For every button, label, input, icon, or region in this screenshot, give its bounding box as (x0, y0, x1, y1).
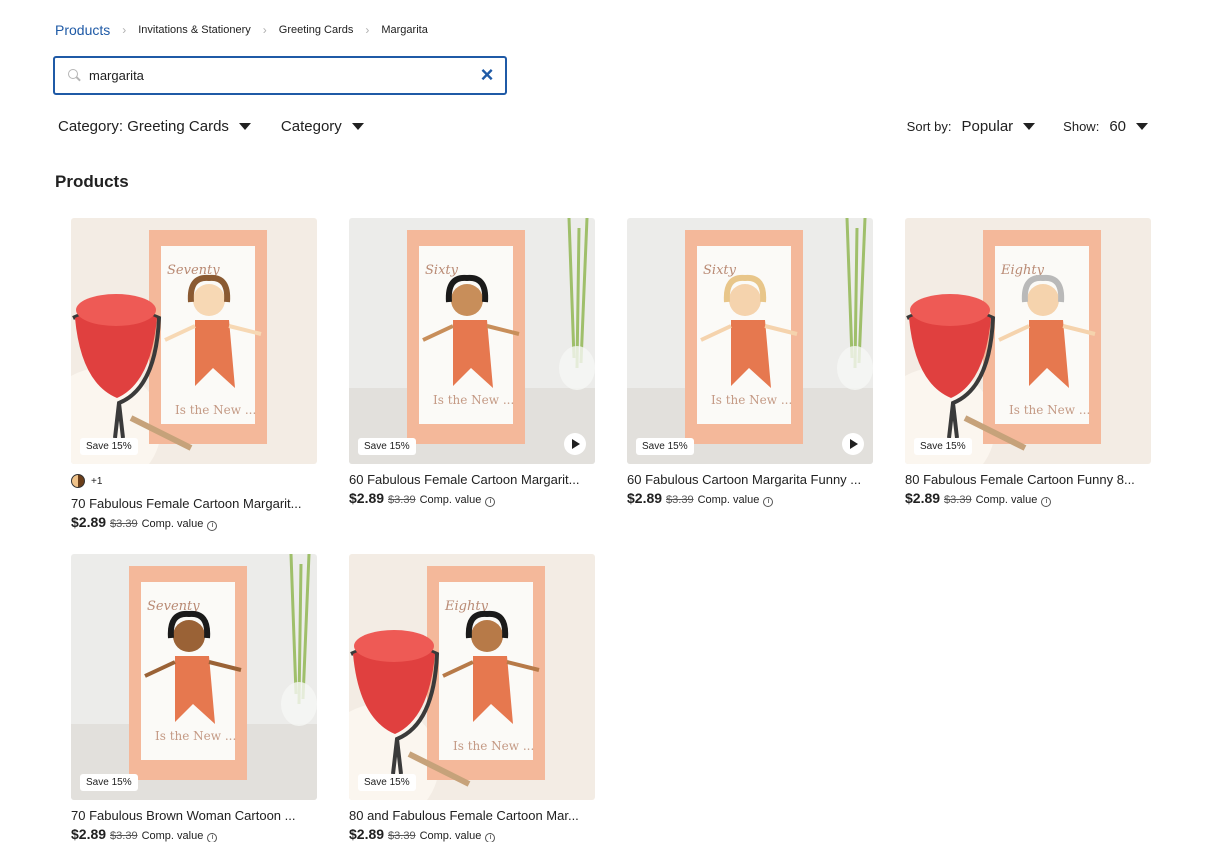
breadcrumb-greeting-cards[interactable]: Greeting Cards (279, 24, 354, 36)
save-badge: Save 15% (636, 438, 694, 455)
category-dropdown[interactable]: Category (281, 118, 364, 135)
product-card[interactable]: Seventy Is the New ... Save 15% +1 70 Fa… (71, 218, 317, 531)
comp-value-label: Comp. value (975, 494, 1038, 506)
svg-text:Is the New ...: Is the New ... (175, 403, 256, 417)
search-box: × (53, 56, 507, 95)
info-icon[interactable]: i (207, 521, 218, 531)
search-input[interactable] (89, 68, 469, 83)
show-value: 60 (1109, 118, 1126, 135)
price: $2.89 (71, 514, 107, 530)
price-line: $2.89 $3.39 Comp. value i (905, 490, 1151, 507)
product-card[interactable]: Sixty Is the New ... Save 15% 60 Fabulou… (627, 218, 873, 507)
product-card[interactable]: Seventy Is the New ... Save 15% 70 Fabul… (71, 554, 317, 842)
play-icon[interactable] (842, 433, 864, 455)
comp-value-label: Comp. value (697, 494, 760, 506)
svg-text:Is the New ...: Is the New ... (1009, 403, 1090, 417)
dropdown-label: Category: Greeting Cards (58, 118, 229, 135)
save-badge: Save 15% (358, 774, 416, 791)
clear-icon[interactable]: × (477, 64, 497, 86)
product-title[interactable]: 80 and Fabulous Female Cartoon Mar... (349, 808, 595, 823)
product-image[interactable]: Seventy Is the New ... Save 15% (71, 554, 317, 800)
old-price: $3.39 (666, 494, 694, 506)
info-icon[interactable]: i (763, 497, 774, 507)
filter-bar: Category: Greeting Cards Category (58, 118, 364, 135)
price-line: $2.89 $3.39 Comp. value i (71, 826, 317, 842)
comp-value-label: Comp. value (141, 830, 204, 842)
svg-text:Sixty: Sixty (425, 263, 459, 278)
chevron-right-icon: › (122, 23, 127, 37)
info-icon[interactable]: i (485, 497, 496, 507)
dropdown-label: Category (280, 118, 342, 135)
save-badge: Save 15% (80, 774, 138, 791)
price: $2.89 (71, 826, 107, 842)
caret-down-icon (351, 123, 364, 130)
category-greeting-dropdown[interactable]: Category: Greeting Cards (58, 118, 251, 135)
old-price: $3.39 (110, 518, 138, 530)
price-line: $2.89 $3.39 Comp. value i (627, 490, 873, 507)
show-dropdown[interactable]: 60 (1109, 118, 1148, 135)
chevron-right-icon: › (262, 23, 267, 37)
old-price: $3.39 (388, 830, 416, 842)
caret-down-icon (1023, 123, 1036, 130)
product-image[interactable]: Eighty Is the New ... Save 15% (349, 554, 595, 800)
product-title[interactable]: 70 Fabulous Female Cartoon Margarit... (71, 496, 317, 511)
breadcrumb: Products › Invitations & Stationery › Gr… (55, 22, 428, 38)
product-title[interactable]: 70 Fabulous Brown Woman Cartoon ... (71, 808, 317, 823)
price: $2.89 (905, 490, 941, 506)
info-icon[interactable]: i (207, 833, 218, 842)
info-icon[interactable]: i (485, 833, 496, 842)
save-badge: Save 15% (914, 438, 972, 455)
chevron-right-icon: › (365, 23, 370, 37)
breadcrumb-products[interactable]: Products (55, 22, 110, 38)
comp-value-label: Comp. value (419, 830, 482, 842)
caret-down-icon (1136, 123, 1148, 130)
product-image[interactable]: Eighty Is the New ... Save 15% (905, 218, 1151, 464)
info-icon[interactable]: i (1041, 497, 1052, 507)
caret-down-icon (238, 123, 251, 130)
price-line: $2.89 $3.39 Comp. value i (349, 826, 595, 842)
section-title: Products (55, 172, 129, 191)
product-card[interactable]: Eighty Is the New ... Save 15% 80 and Fa… (349, 554, 595, 842)
product-image[interactable]: Seventy Is the New ... Save 15% (71, 218, 317, 464)
product-image[interactable]: Sixty Is the New ... Save 15% (627, 218, 873, 464)
comp-value-label: Comp. value (419, 494, 482, 506)
product-title[interactable]: 60 Fabulous Female Cartoon Margarit... (349, 472, 595, 487)
product-image[interactable]: Sixty Is the New ... Save 15% (349, 218, 595, 464)
product-title[interactable]: 60 Fabulous Cartoon Margarita Funny ... (627, 472, 873, 487)
show-label: Show: (1063, 119, 1100, 134)
old-price: $3.39 (944, 494, 972, 506)
old-price: $3.39 (110, 830, 138, 842)
color-swatch[interactable] (71, 474, 85, 488)
price: $2.89 (349, 826, 385, 842)
svg-text:Is the New ...: Is the New ... (433, 393, 514, 407)
play-icon[interactable] (564, 433, 586, 455)
sort-value: Popular (961, 118, 1014, 135)
color-swatches: +1 (71, 474, 317, 488)
old-price: $3.39 (388, 494, 416, 506)
svg-text:Sixty: Sixty (703, 263, 737, 278)
sort-dropdown[interactable]: Popular (961, 118, 1036, 135)
save-badge: Save 15% (358, 438, 416, 455)
sort-label: Sort by: (906, 119, 952, 134)
svg-text:Is the New ...: Is the New ... (711, 393, 792, 407)
svg-text:Is the New ...: Is the New ... (453, 739, 534, 753)
breadcrumb-invitations[interactable]: Invitations & Stationery (138, 24, 251, 36)
search-icon (67, 68, 83, 84)
product-card[interactable]: Eighty Is the New ... Save 15% 80 Fabulo… (905, 218, 1151, 507)
price-line: $2.89 $3.39 Comp. value i (349, 490, 595, 507)
product-title[interactable]: 80 Fabulous Female Cartoon Funny 8... (905, 472, 1151, 487)
save-badge: Save 15% (80, 438, 138, 455)
swatch-count: +1 (91, 475, 103, 487)
price: $2.89 (349, 490, 385, 506)
breadcrumb-current: Margarita (381, 24, 428, 36)
price-line: $2.89 $3.39 Comp. value i (71, 514, 317, 531)
comp-value-label: Comp. value (141, 518, 204, 530)
sort-bar: Sort by: Popular Show: 60 (907, 118, 1148, 135)
svg-text:Is the New ...: Is the New ... (155, 729, 236, 743)
price: $2.89 (627, 490, 663, 506)
product-card[interactable]: Sixty Is the New ... Save 15% 60 Fabulou… (349, 218, 595, 507)
